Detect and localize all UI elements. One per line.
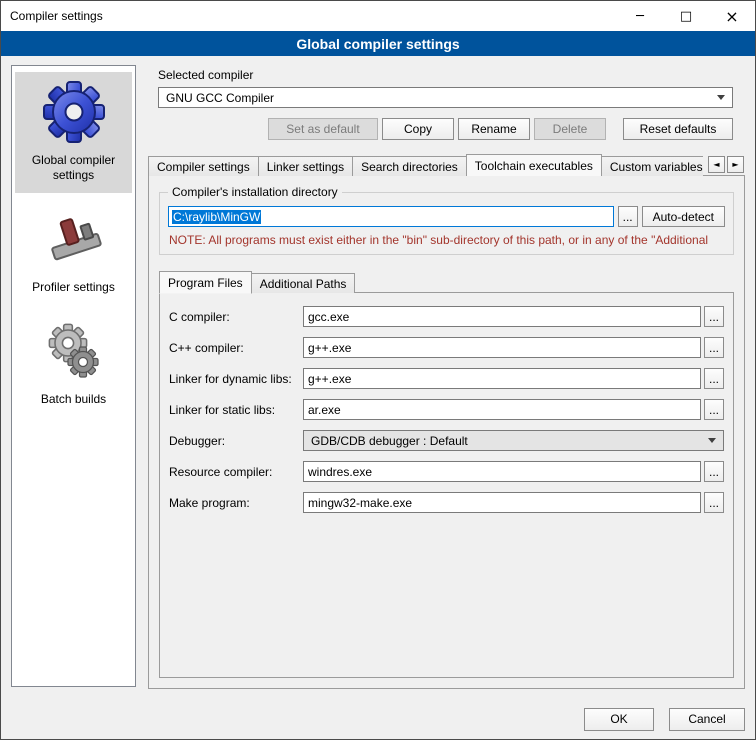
tab-scroll-left-icon[interactable]: ◄ <box>708 156 725 173</box>
tab-compiler-settings[interactable]: Compiler settings <box>148 156 259 176</box>
tab-toolchain-executables[interactable]: Toolchain executables <box>466 154 602 176</box>
sidebar-item-global-compiler-settings[interactable]: Global compiler settings <box>15 72 132 193</box>
selected-compiler-combobox[interactable]: GNU GCC Compiler <box>158 87 733 108</box>
static-linker-input[interactable] <box>303 399 701 420</box>
copy-button[interactable]: Copy <box>382 118 454 140</box>
selected-compiler-value: GNU GCC Compiler <box>166 91 711 105</box>
sidebar-item-label: Profiler settings <box>32 280 115 295</box>
tab-linker-settings[interactable]: Linker settings <box>258 156 353 176</box>
reset-defaults-button[interactable]: Reset defaults <box>623 118 733 140</box>
install-dir-selected-text: C:\raylib\MinGW <box>172 210 261 224</box>
tabs: Compiler settings Linker settings Search… <box>148 154 703 176</box>
static-linker-label: Linker for static libs: <box>169 403 303 417</box>
static-linker-browse-button[interactable]: ... <box>704 399 724 420</box>
make-program-input[interactable] <box>303 492 701 513</box>
page-title: Global compiler settings <box>1 31 755 56</box>
auto-detect-button[interactable]: Auto-detect <box>642 206 725 227</box>
make-program-label: Make program: <box>169 496 303 510</box>
bin-subdirectory-note: NOTE: All programs must exist either in … <box>169 233 724 247</box>
resource-compiler-label: Resource compiler: <box>169 465 303 479</box>
compiler-settings-dialog: Compiler settings ─ □ × Global compiler … <box>0 0 756 740</box>
resource-compiler-browse-button[interactable]: ... <box>704 461 724 482</box>
selected-compiler-section: Selected compiler GNU GCC Compiler Set a… <box>148 65 745 154</box>
caption-buttons: ─ □ × <box>617 1 755 31</box>
form-row-cpp-compiler: C++ compiler: ... <box>169 337 724 358</box>
settings-sidebar: Global compiler settings Profiler settin… <box>11 65 136 687</box>
cpp-compiler-browse-button[interactable]: ... <box>704 337 724 358</box>
tab-custom-variables[interactable]: Custom variables <box>601 156 703 176</box>
install-dir-input[interactable]: C:\raylib\MinGW <box>168 206 614 227</box>
close-button[interactable]: × <box>709 1 755 31</box>
cpp-compiler-label: C++ compiler: <box>169 341 303 355</box>
set-as-default-button[interactable]: Set as default <box>268 118 378 140</box>
selected-compiler-label: Selected compiler <box>158 68 733 82</box>
install-dir-browse-button[interactable]: ... <box>618 206 638 227</box>
dynamic-linker-browse-button[interactable]: ... <box>704 368 724 389</box>
installation-directory-row: C:\raylib\MinGW ... Auto-detect <box>168 206 725 227</box>
tab-additional-paths[interactable]: Additional Paths <box>251 273 356 293</box>
form-row-c-compiler: C compiler: ... <box>169 306 724 327</box>
form-row-debugger: Debugger: GDB/CDB debugger : Default <box>169 430 724 451</box>
installation-directory-group: Compiler's installation directory C:\ray… <box>159 192 734 255</box>
form-row-static-linker: Linker for static libs: ... <box>169 399 724 420</box>
sidebar-item-label: Batch builds <box>41 392 106 407</box>
program-files-panel: C compiler: ... C++ compiler: ... Linker… <box>159 292 734 678</box>
debugger-select[interactable]: GDB/CDB debugger : Default <box>303 430 724 451</box>
minimize-button[interactable]: ─ <box>617 1 663 31</box>
ok-button[interactable]: OK <box>584 708 654 731</box>
dynamic-linker-label: Linker for dynamic libs: <box>169 372 303 386</box>
debugger-value: GDB/CDB debugger : Default <box>311 434 702 448</box>
cancel-button[interactable]: Cancel <box>669 708 745 731</box>
gray-gears-icon <box>42 319 106 383</box>
make-program-browse-button[interactable]: ... <box>704 492 724 513</box>
c-compiler-label: C compiler: <box>169 310 303 324</box>
tab-search-directories[interactable]: Search directories <box>352 156 467 176</box>
main-panel: Selected compiler GNU GCC Compiler Set a… <box>148 65 745 689</box>
rename-button[interactable]: Rename <box>458 118 530 140</box>
titlebar: Compiler settings ─ □ × <box>1 1 755 31</box>
compiler-button-row: Set as default Copy Rename Delete Reset … <box>158 118 733 140</box>
tab-scroll-right-icon[interactable]: ► <box>727 156 744 173</box>
debugger-label: Debugger: <box>169 434 303 448</box>
form-row-make-program: Make program: ... <box>169 492 724 513</box>
program-files-tabstrip: Program Files Additional Paths <box>159 271 734 293</box>
sidebar-item-batch-builds[interactable]: Batch builds <box>15 311 132 417</box>
c-compiler-browse-button[interactable]: ... <box>704 306 724 327</box>
chevron-down-icon <box>717 95 725 100</box>
resource-compiler-input[interactable] <box>303 461 701 482</box>
dialog-content: Global compiler settings Profiler settin… <box>1 56 755 699</box>
maximize-button[interactable]: □ <box>663 1 709 31</box>
settings-tabstrip: Compiler settings Linker settings Search… <box>148 154 745 176</box>
tab-program-files[interactable]: Program Files <box>159 271 252 294</box>
chevron-down-icon <box>708 438 716 443</box>
tab-scroll-arrows: ◄ ► <box>708 156 744 173</box>
profiler-tool-icon <box>42 207 106 271</box>
c-compiler-input[interactable] <box>303 306 701 327</box>
sidebar-item-label: Global compiler settings <box>17 153 130 183</box>
installation-directory-legend: Compiler's installation directory <box>168 185 342 199</box>
toolchain-executables-panel: Compiler's installation directory C:\ray… <box>148 175 745 689</box>
blue-gear-icon <box>42 80 106 144</box>
sidebar-item-profiler-settings[interactable]: Profiler settings <box>15 199 132 305</box>
dialog-footer: OK Cancel <box>1 699 755 739</box>
form-row-dynamic-linker: Linker for dynamic libs: ... <box>169 368 724 389</box>
dynamic-linker-input[interactable] <box>303 368 701 389</box>
window-title: Compiler settings <box>1 9 103 23</box>
cpp-compiler-input[interactable] <box>303 337 701 358</box>
form-row-resource-compiler: Resource compiler: ... <box>169 461 724 482</box>
delete-button[interactable]: Delete <box>534 118 606 140</box>
